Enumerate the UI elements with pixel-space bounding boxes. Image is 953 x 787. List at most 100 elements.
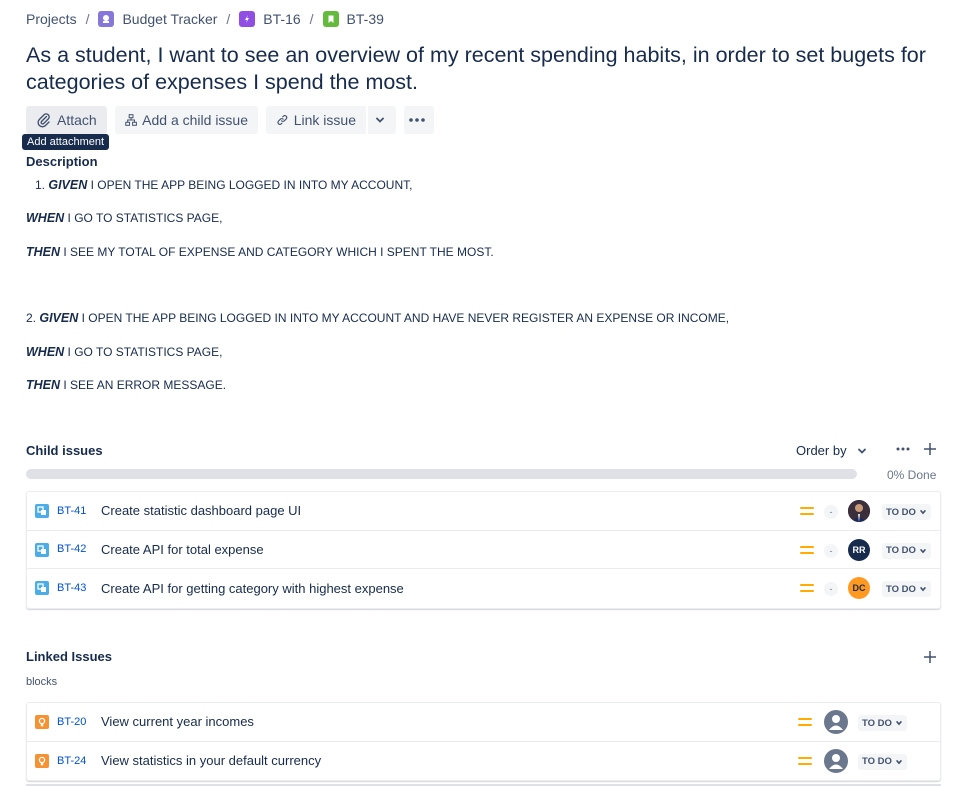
paperclip-icon [37,113,50,128]
then-keyword: THEN [26,378,61,392]
chevron-down-icon [919,548,926,553]
issue-key-link[interactable]: BT-43 [57,582,86,594]
issue-summary[interactable]: Create API for getting category with hig… [101,581,404,596]
more-actions-button[interactable] [404,106,434,134]
status-label: TO DO [886,545,916,556]
scenario-number: 1. [35,178,46,192]
chevron-down-icon [919,509,926,515]
description-label: Description [26,154,98,169]
status-label: TO DO [862,717,892,729]
breadcrumb-projects[interactable]: Projects [26,11,77,27]
order-by-button[interactable]: Order by [796,443,867,458]
attach-tooltip: Add attachment [22,134,110,150]
issue-summary[interactable]: Create statistic dashboard page UI [101,503,301,518]
given-keyword: GIVEN [39,311,79,325]
add-child-issue-button[interactable]: Add a child issue [115,106,258,134]
child-issues-list: BT-41 Create statistic dashboard page UI… [26,491,941,609]
linked-issue-row[interactable]: BT-24 View statistics in your default cu… [27,742,940,781]
given-text: I OPEN THE APP BEING LOGGED IN INTO MY A… [78,311,730,325]
chevron-down-icon [895,720,902,726]
child-issue-row[interactable]: BT-41 Create statistic dashboard page UI… [27,492,940,531]
issue-title[interactable]: As a student, I want to see an overview … [26,42,941,96]
issue-key-link[interactable]: BT-42 [57,543,86,555]
status-dropdown[interactable]: TO DO [882,504,931,520]
breadcrumb-projects-label: Projects [26,11,77,27]
then-keyword: THEN [26,245,61,259]
issue-summary[interactable]: Create API for total expense [101,542,264,557]
attach-label: Attach [57,112,97,128]
breadcrumb-epic[interactable]: BT-16 [239,11,301,27]
when-keyword: WHEN [26,345,65,359]
when-text: I GO TO STATISTICS PAGE, [64,345,223,359]
story-icon [322,11,339,27]
linked-issues-title: Linked Issues [26,649,112,664]
breadcrumb-separator: / [226,11,231,27]
more-icon [896,447,910,451]
breadcrumb: Projects / Budget Tracker / BT-16 / BT-3… [26,11,384,27]
issue-key-link[interactable]: BT-24 [57,755,86,767]
scenario2-given: 2. GIVEN I OPEN THE APP BEING LOGGED IN … [26,311,729,325]
scenario2-then: THEN I SEE AN ERROR MESSAGE. [26,378,226,392]
attach-button[interactable]: Attach [26,106,107,134]
project-avatar-icon [98,11,115,27]
child-issue-row[interactable]: BT-43 Create API for getting category wi… [27,569,940,608]
child-issues-progress-bar [26,469,857,479]
breadcrumb-project-label: Budget Tracker [122,11,218,27]
epic-icon [239,11,256,27]
hierarchy-icon [125,114,137,126]
status-dropdown[interactable]: TO DO [858,715,907,731]
priority-medium-icon [800,545,814,556]
breadcrumb-separator: / [85,11,90,27]
issue-toolbar: Attach Add a child issue Link issue [26,106,434,134]
status-label: TO DO [886,583,916,595]
link-issue-label: Link issue [293,112,356,128]
link-issue-dropdown-button[interactable] [368,106,396,134]
assignee-avatar[interactable] [848,500,870,522]
link-icon [277,115,288,125]
linked-issue-row[interactable]: BT-20 View current year incomes TO DO [27,703,940,742]
unassigned-avatar-icon[interactable] [824,710,848,734]
improvement-icon [35,753,49,768]
issue-key-link[interactable]: BT-41 [57,505,86,517]
status-label: TO DO [886,506,916,518]
status-dropdown[interactable]: TO DO [858,753,907,770]
link-issue-button[interactable]: Link issue [266,106,366,134]
child-issues-more-button[interactable] [893,441,913,457]
story-points-estimate: - [824,505,838,519]
child-issues-title: Child issues [26,443,103,458]
unassigned-avatar-icon[interactable] [824,748,848,773]
add-linked-issue-button[interactable] [922,649,938,665]
link-issue-group: Link issue [266,106,396,134]
given-text: I OPEN THE APP BEING LOGGED IN INTO MY A… [87,178,413,192]
story-points-estimate: - [824,582,838,596]
breadcrumb-epic-label: BT-16 [263,11,301,27]
linked-issues-list: BT-20 View current year incomes TO DO BT… [26,702,941,781]
add-child-issue-plus-button[interactable] [922,441,938,457]
breadcrumb-issue-label: BT-39 [346,11,384,27]
assignee-avatar[interactable]: RR [848,538,870,561]
issue-summary[interactable]: View current year incomes [101,714,254,729]
story-points-estimate: - [824,543,838,558]
issue-key-link[interactable]: BT-20 [57,716,86,728]
improvement-icon [35,715,49,729]
status-dropdown[interactable]: TO DO [882,542,931,559]
chevron-down-icon [375,117,384,123]
then-text: I SEE AN ERROR MESSAGE. [60,378,227,392]
link-relation-label: blocks [26,676,58,688]
assignee-avatar[interactable]: DC [848,577,870,599]
chevron-down-icon [857,448,866,454]
subtask-icon [35,581,49,595]
more-icon [408,118,425,122]
progress-done-text: 0% Done [887,468,937,482]
person-photo-icon [848,500,870,522]
priority-medium-icon [798,756,812,767]
scenario1-given: 1. GIVEN I OPEN THE APP BEING LOGGED IN … [35,178,412,192]
child-issue-row[interactable]: BT-42 Create API for total expense - RR … [27,531,940,569]
order-by-label: Order by [796,443,847,458]
issue-summary[interactable]: View statistics in your default currency [101,753,321,768]
priority-medium-icon [800,584,814,594]
breadcrumb-project[interactable]: Budget Tracker [98,11,217,27]
given-keyword: GIVEN [48,178,88,192]
breadcrumb-issue[interactable]: BT-39 [322,11,384,27]
status-dropdown[interactable]: TO DO [882,581,931,597]
